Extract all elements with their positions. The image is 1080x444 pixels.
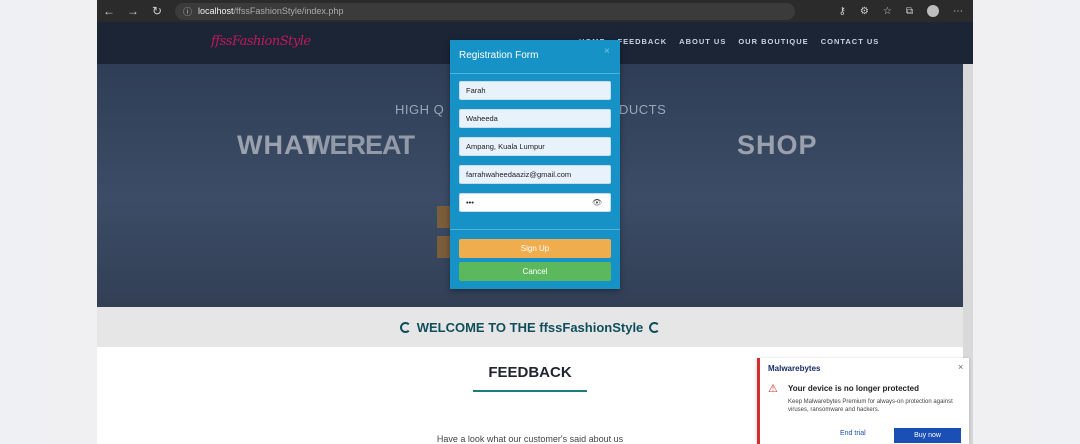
page-margin-left — [0, 0, 42, 444]
last-name-field[interactable]: Waheeda — [459, 109, 611, 128]
notification-heading: Your device is no longer protected — [788, 384, 919, 393]
key-icon[interactable]: ⚷ — [839, 6, 846, 17]
address-bar[interactable]: ⓘ localhost /ffssFashionStyle/index.php — [175, 2, 795, 20]
info-icon[interactable]: ⓘ — [183, 5, 192, 18]
nav-menu: HOME FEEDBACK ABOUT US OUR BOUTIQUE CONT… — [579, 37, 879, 46]
hero-subtitle-left: HIGH Q — [395, 102, 445, 117]
hero-subtitle-right: DUCTS — [619, 102, 667, 117]
refresh-icon[interactable]: ↻ — [145, 4, 169, 18]
browser-toolbar: ← → ↻ ⓘ localhost /ffssFashionStyle/inde… — [97, 0, 973, 22]
browser-actions: ⚷ ⚙ ☆ ⧉ ⋯ — [839, 5, 973, 17]
back-icon[interactable]: ← — [97, 4, 121, 18]
first-name-field[interactable]: Farah — [459, 81, 611, 100]
close-icon[interactable]: × — [958, 362, 963, 372]
modal-divider — [450, 73, 620, 74]
modal-divider — [450, 229, 620, 230]
buy-now-button[interactable]: Buy now — [894, 428, 961, 443]
url-host: localhost — [198, 6, 234, 16]
cancel-button[interactable]: Cancel — [459, 262, 611, 281]
modal-title: Registration Form — [459, 50, 539, 61]
url-path: /ffssFashionStyle/index.php — [233, 6, 344, 16]
end-trial-link[interactable]: End trial — [840, 430, 866, 437]
address-field[interactable]: Ampang, Kuala Lumpur — [459, 137, 611, 156]
password-field[interactable]: ••• 👁 — [459, 193, 611, 212]
collections-icon[interactable]: ⧉ — [906, 6, 913, 17]
spinner-icon — [399, 321, 411, 333]
signup-button[interactable]: Sign Up — [459, 239, 611, 258]
forward-icon[interactable]: → — [121, 4, 145, 18]
warning-icon: ⚠ — [768, 383, 778, 395]
nav-feedback[interactable]: FEEDBACK — [618, 37, 668, 46]
favorite-icon[interactable]: ☆ — [883, 6, 892, 17]
close-icon[interactable]: × — [604, 46, 610, 57]
welcome-text: WELCOME TO THE ffssFashionStyle — [416, 319, 644, 335]
eye-icon[interactable]: 👁 — [592, 198, 602, 207]
notification-body: Keep Malwarebytes Premium for always-on … — [788, 399, 953, 413]
malwarebytes-logo: Malwarebytes — [768, 364, 821, 373]
malwarebytes-notification: Malwarebytes × ⚠ Your device is no longe… — [757, 358, 969, 444]
avatar[interactable] — [927, 5, 939, 17]
extension-icon[interactable]: ⚙ — [860, 6, 869, 17]
spinner-icon — [649, 321, 661, 333]
nav-boutique[interactable]: OUR BOUTIQUE — [738, 37, 808, 46]
registration-modal: Registration Form × Farah Waheeda Ampang… — [450, 40, 620, 289]
nav-contact[interactable]: CONTACT US — [821, 37, 880, 46]
password-value: ••• — [466, 198, 474, 207]
email-field[interactable]: farrahwaheedaaziz@gmail.com — [459, 165, 611, 184]
welcome-banner: WELCOME TO THE ffssFashionStyle — [97, 307, 963, 347]
nav-about[interactable]: ABOUT US — [679, 37, 726, 46]
more-icon[interactable]: ⋯ — [953, 6, 963, 17]
feedback-underline — [473, 390, 587, 392]
site-logo[interactable]: ffssFashionStyle — [211, 34, 311, 49]
page-margin-right — [1038, 0, 1080, 444]
